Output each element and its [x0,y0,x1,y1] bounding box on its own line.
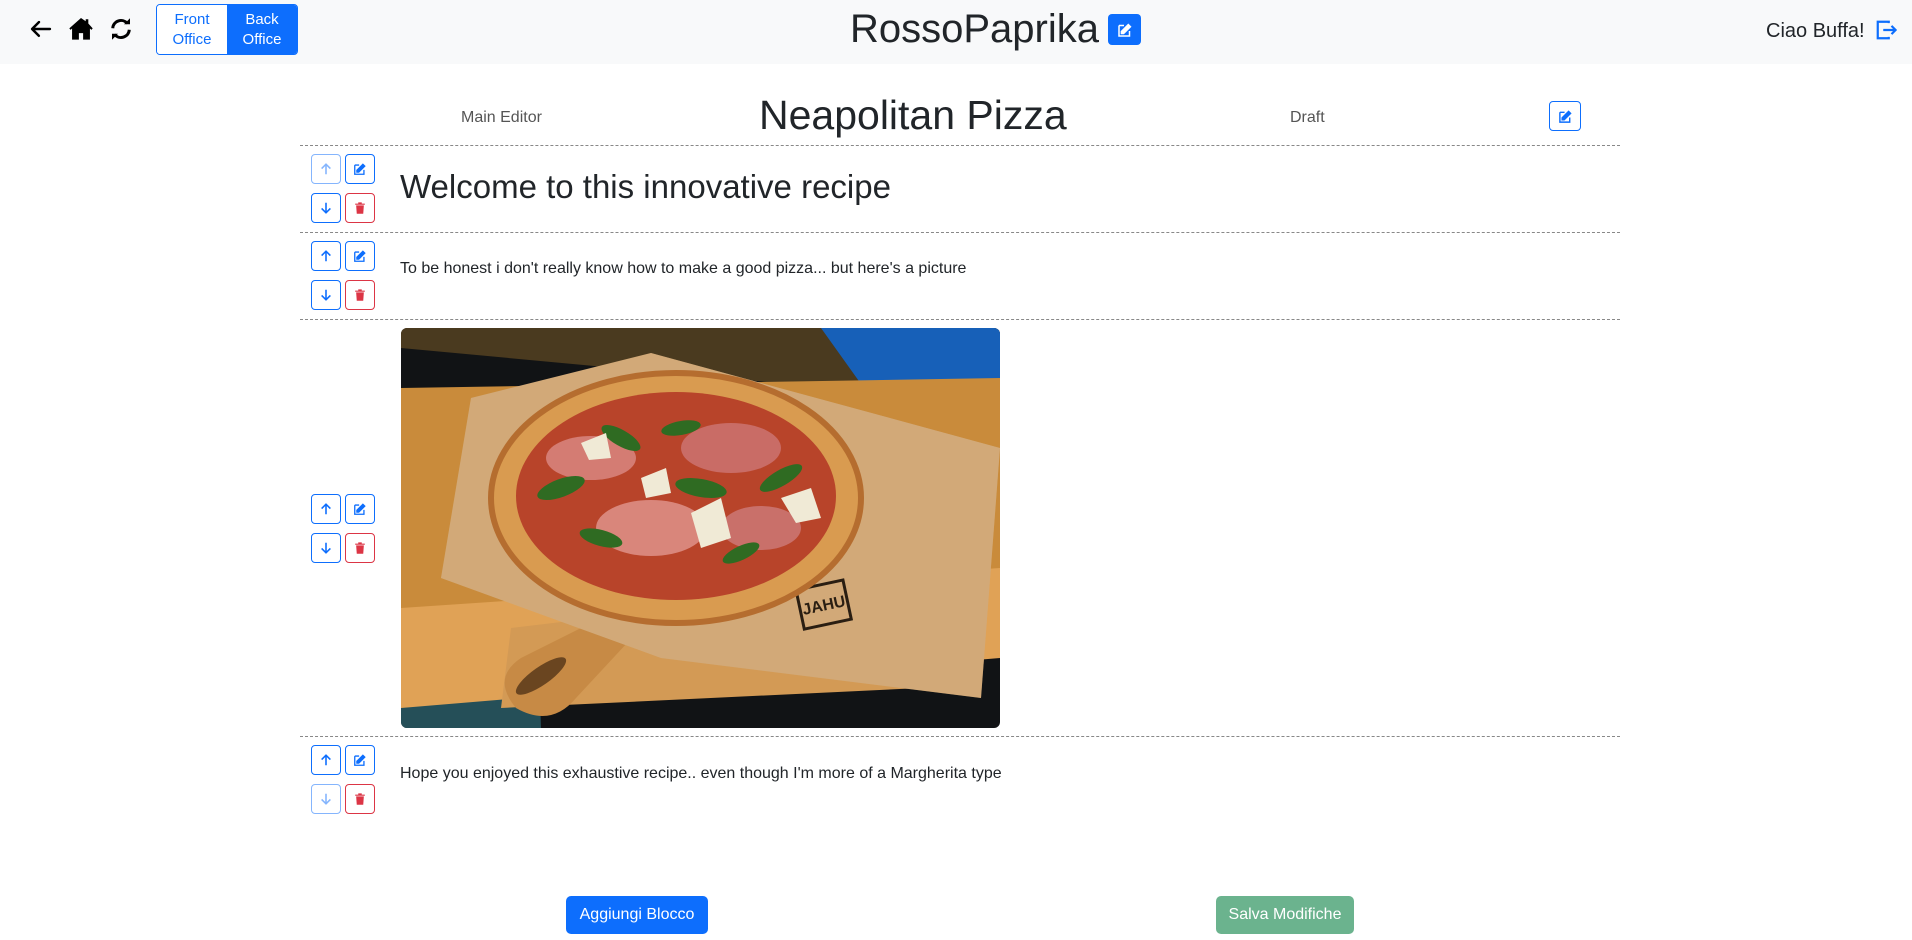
move-down-button[interactable] [311,533,341,563]
block-header-text: Welcome to this innovative recipe [400,168,891,205]
page-status: Draft [1290,109,1325,126]
page-author: Main Editor [461,109,542,126]
delete-block-button[interactable] [345,280,375,310]
arrow-up-icon [321,503,331,515]
brand-title[interactable]: RossoPaprika [850,4,1099,54]
edit-site-name-button[interactable] [1108,14,1141,45]
office-toggle: Front Office Back Office [156,4,298,55]
arrow-down-icon [321,289,331,301]
arrow-up-icon [321,754,331,766]
arrow-down-icon [321,202,331,214]
arrow-down-icon [321,542,331,554]
delete-block-button[interactable] [345,784,375,814]
logout-icon[interactable] [1872,16,1900,44]
home-icon[interactable] [66,14,96,44]
pencil-square-icon [354,163,366,175]
pencil-square-icon [1117,23,1131,37]
move-down-button[interactable] [311,784,341,814]
content-block-header: Welcome to this innovative recipe [300,146,1620,232]
delete-block-button[interactable] [345,193,375,223]
move-up-button[interactable] [311,154,341,184]
move-down-button[interactable] [311,280,341,310]
back-arrow-icon[interactable] [26,14,56,44]
trash-icon [355,793,365,805]
page-header: Main Editor Neapolitan Pizza Draft [300,80,1620,146]
block-paragraph-text: Hope you enjoyed this exhaustive recipe.… [400,765,1002,782]
content-block-paragraph: Hope you enjoyed this exhaustive recipe.… [300,737,1620,827]
pencil-square-icon [354,754,366,766]
move-up-button[interactable] [311,241,341,271]
pizza-image: JAHU [401,328,1000,728]
arrow-up-icon [321,250,331,262]
user-greeting: Ciao Buffa! [1766,20,1865,42]
pencil-square-icon [354,503,366,515]
back-office-button[interactable]: Back Office [227,5,297,54]
edit-block-button[interactable] [345,745,375,775]
pencil-square-icon [1558,109,1572,123]
trash-icon [355,542,365,554]
front-office-button[interactable]: Front Office [157,5,227,54]
edit-block-button[interactable] [345,241,375,271]
delete-block-button[interactable] [345,533,375,563]
page-title: Neapolitan Pizza [759,92,1067,138]
navbar: Front Office Back Office RossoPaprika Ci… [0,0,1912,64]
trash-icon [355,202,365,214]
add-block-button[interactable]: Aggiungi Blocco [566,896,708,934]
arrow-down-icon [321,793,331,805]
arrow-up-icon [321,163,331,175]
move-up-button[interactable] [311,494,341,524]
edit-block-button[interactable] [345,154,375,184]
refresh-icon[interactable] [106,14,136,44]
content-block-image: JAHU [300,320,1620,736]
block-paragraph-text: To be honest i don't really know how to … [400,260,967,277]
move-down-button[interactable] [311,193,341,223]
trash-icon [355,289,365,301]
pencil-square-icon [354,250,366,262]
content-block-paragraph: To be honest i don't really know how to … [300,233,1620,319]
move-up-button[interactable] [311,745,341,775]
edit-block-button[interactable] [345,494,375,524]
edit-page-info-button[interactable] [1549,101,1581,131]
save-changes-button[interactable]: Salva Modifiche [1216,896,1354,934]
